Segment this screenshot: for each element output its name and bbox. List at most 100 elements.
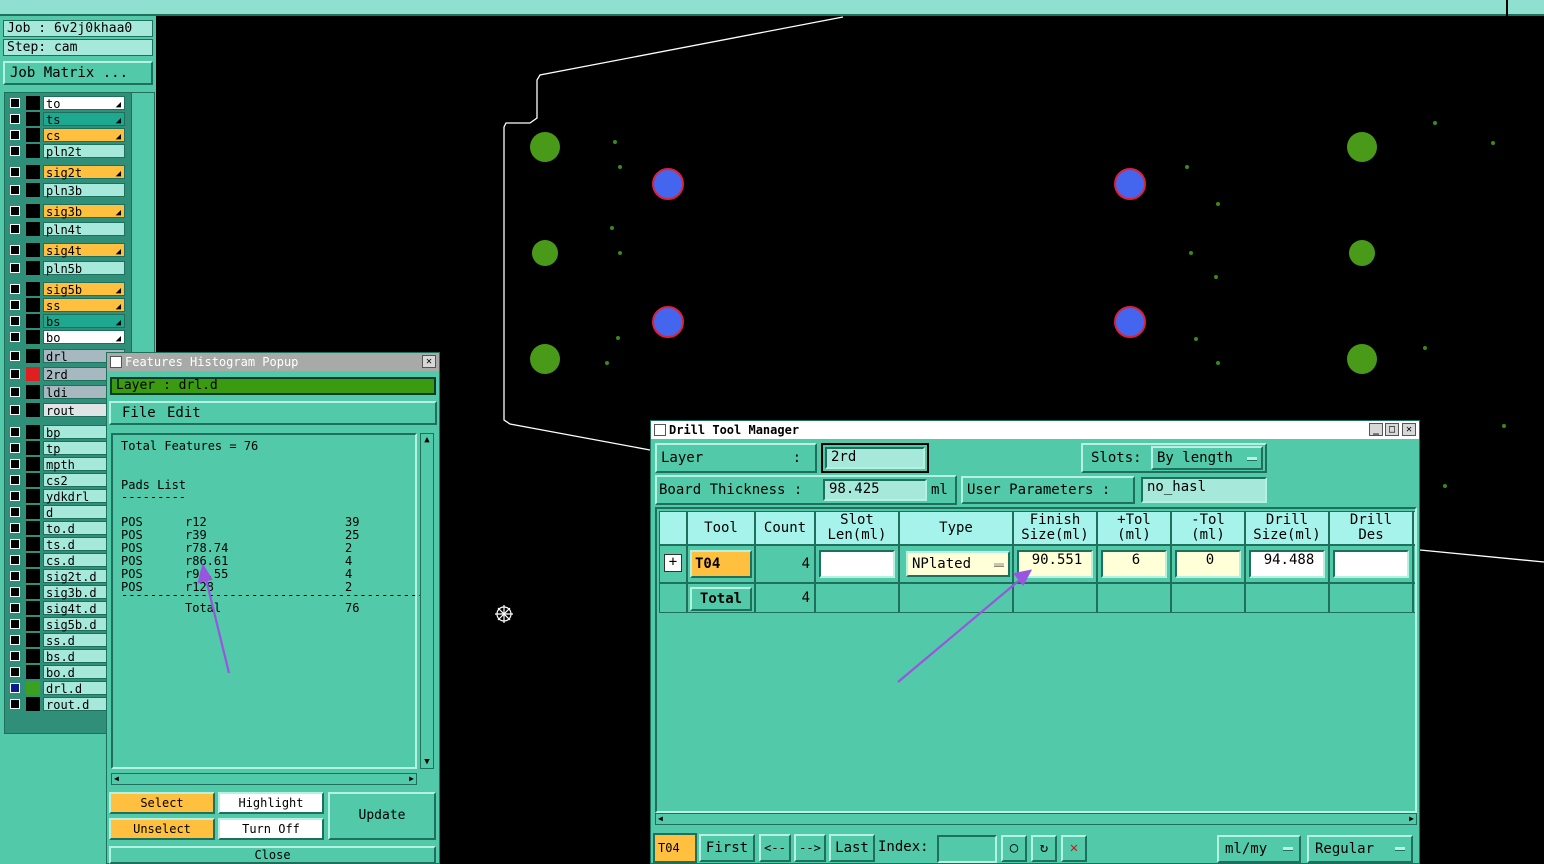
expand-icon[interactable]: + [664,554,682,572]
column-header[interactable]: Drill Des [1329,511,1413,545]
column-header[interactable]: -Tol (ml) [1171,511,1245,545]
slot-len-input[interactable] [819,550,895,578]
layer-affected-indicator[interactable] [26,505,40,519]
layer-checkbox[interactable] [10,369,20,379]
layer-row-bs[interactable]: bs ◢ [7,314,127,329]
layer-checkbox[interactable] [10,491,20,501]
layer-checkbox[interactable] [10,98,20,108]
column-header[interactable]: Finish Size(ml) [1013,511,1097,545]
layer-affected-indicator[interactable] [26,204,40,218]
layer-row-bo[interactable]: bo ◢ [7,330,127,345]
layer-row-sig4t[interactable]: sig4t ◢ [7,243,127,258]
menu-file[interactable]: File [122,405,156,421]
last-button[interactable]: Last [829,834,875,862]
layer-affected-indicator[interactable] [26,298,40,312]
layer-checkbox[interactable] [10,603,20,613]
scroll-right-icon[interactable]: ▶ [409,774,414,784]
layer-affected-indicator[interactable] [26,601,40,615]
layer-checkbox[interactable] [10,683,20,693]
layer-affected-indicator[interactable] [26,128,40,142]
layer-affected-indicator[interactable] [26,385,40,399]
user-parameters-field[interactable]: no_hasl [1141,477,1267,503]
layer-affected-indicator[interactable] [26,183,40,197]
layer-checkbox[interactable] [10,699,20,709]
layer-name[interactable]: ss ◢ [43,298,125,313]
layer-row-to[interactable]: to ◢ [7,96,127,111]
highlight-button[interactable]: Highlight [218,792,324,814]
layer-input[interactable]: 2rd [825,447,925,469]
layer-row-pln4t[interactable]: pln4t [7,222,127,237]
job-matrix-button[interactable]: Job Matrix ... [3,61,153,85]
layer-affected-indicator[interactable] [26,222,40,236]
layer-row-pln3b[interactable]: pln3b [7,183,127,198]
close-icon[interactable]: ✕ [422,355,436,368]
user-parameters-button[interactable]: User Parameters : [961,476,1135,504]
layer-row-ts[interactable]: ts ◢ [7,112,127,127]
layer-checkbox[interactable] [10,667,20,677]
layer-checkbox[interactable] [10,507,20,517]
close-icon[interactable]: ✕ [1402,423,1416,436]
column-header[interactable]: Drill Size(ml) [1245,511,1329,545]
column-header[interactable]: Tool [687,511,755,545]
layer-affected-indicator[interactable] [26,165,40,179]
layer-affected-indicator[interactable] [26,330,40,344]
layer-affected-indicator[interactable] [26,367,40,381]
layer-checkbox[interactable] [10,351,20,361]
unselect-button[interactable]: Unselect [109,818,215,840]
column-header[interactable]: Count [755,511,815,545]
layer-checkbox[interactable] [10,316,20,326]
layer-name[interactable]: pln3b [43,183,125,198]
layer-checkbox[interactable] [10,263,20,273]
layer-name[interactable]: sig4t ◢ [43,243,125,258]
turn-off-button[interactable]: Turn Off [218,818,324,840]
layer-row-pln5b[interactable]: pln5b [7,261,127,276]
layer-checkbox[interactable] [10,185,20,195]
delete-icon[interactable]: ✕ [1061,835,1087,862]
table-hscroll[interactable]: ◀ ▶ [655,813,1417,825]
layer-affected-indicator[interactable] [26,473,40,487]
layer-affected-indicator[interactable] [26,569,40,583]
layer-name[interactable]: sig2t ◢ [43,165,125,180]
units-dropdown[interactable]: ml/my [1217,835,1301,863]
layer-checkbox[interactable] [10,459,20,469]
layer-name[interactable]: sig5b ◢ [43,282,125,297]
scroll-down-icon[interactable]: ▼ [422,757,432,767]
scroll-left-icon[interactable]: ◀ [658,814,663,824]
prev-button[interactable]: <-- [759,834,791,862]
layer-affected-indicator[interactable] [26,314,40,328]
layer-affected-indicator[interactable] [26,633,40,647]
layer-row-sig5b[interactable]: sig5b ◢ [7,282,127,297]
menu-edit[interactable]: Edit [167,405,201,421]
layer-name[interactable]: cs ◢ [43,128,125,143]
layer-checkbox[interactable] [10,405,20,415]
layer-name[interactable]: pln4t [43,222,125,237]
slots-dropdown[interactable]: By length [1151,446,1263,470]
layer-affected-indicator[interactable] [26,403,40,417]
layer-affected-indicator[interactable] [26,697,40,711]
board-thickness-input[interactable]: 98.425 [823,479,927,501]
layer-affected-indicator[interactable] [26,537,40,551]
layer-affected-indicator[interactable] [26,617,40,631]
layer-name[interactable]: bo ◢ [43,330,125,345]
bulb-icon[interactable]: ○ [1001,835,1027,862]
layer-checkbox[interactable] [10,114,20,124]
type-dropdown[interactable]: NPlated [906,551,1010,577]
layer-affected-indicator[interactable] [26,349,40,363]
layer-affected-indicator[interactable] [26,681,40,695]
layer-affected-indicator[interactable] [26,457,40,471]
layer-name[interactable]: sig3b ◢ [43,204,125,219]
layer-row-sig2t[interactable]: sig2t ◢ [7,165,127,180]
layer-affected-indicator[interactable] [26,585,40,599]
layer-checkbox[interactable] [10,284,20,294]
layer-row-sig3b[interactable]: sig3b ◢ [7,204,127,219]
layer-name[interactable]: pln2t [43,144,125,159]
layer-affected-indicator[interactable] [26,144,40,158]
layer-affected-indicator[interactable] [26,282,40,296]
layer-checkbox[interactable] [10,635,20,645]
update-button[interactable]: Update [328,792,436,840]
histogram-hscroll[interactable]: ◀ ▶ [111,773,417,785]
layer-row-pln2t[interactable]: pln2t [7,144,127,159]
layer-checkbox[interactable] [10,245,20,255]
layer-name[interactable]: ts ◢ [43,112,125,127]
plus-tol-input[interactable]: 6 [1101,550,1167,578]
